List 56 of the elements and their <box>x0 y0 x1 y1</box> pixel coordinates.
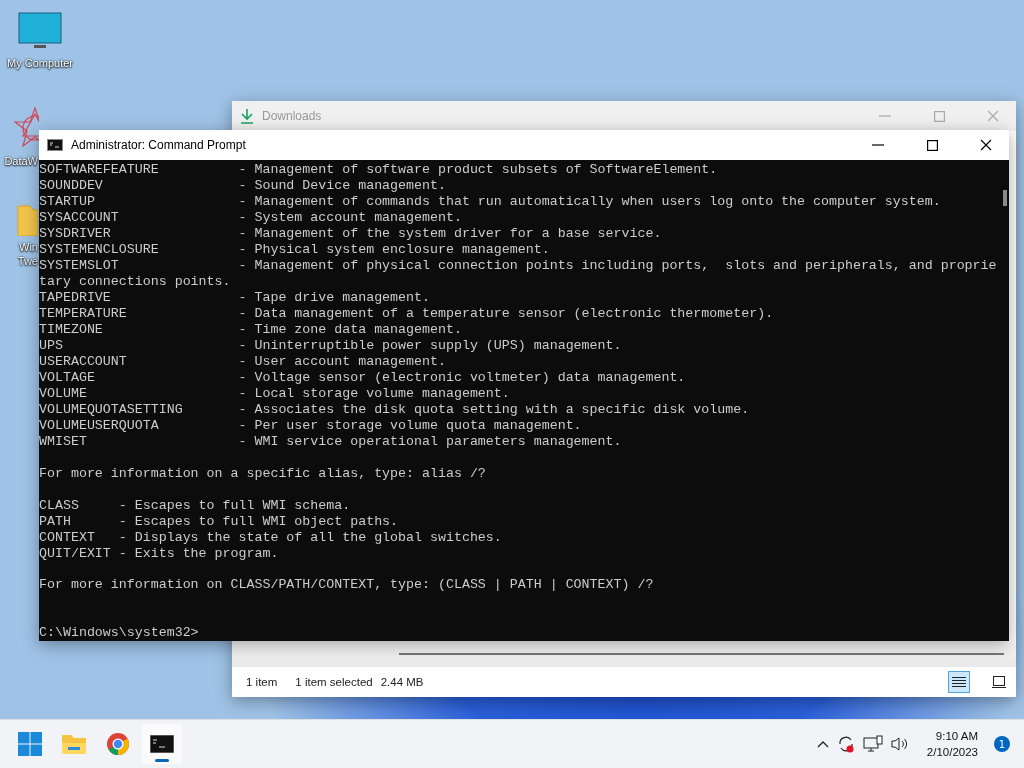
console-line: SYSTEMSLOT - Management of physical connection points including ports, slots and peripherals, and proprie <box>39 258 998 274</box>
console-line: TEMPERATURE - Data management of a temperature sensor (electronic thermometer). <box>39 306 775 322</box>
close-icon <box>987 110 999 122</box>
status-text: 1 item selected <box>295 676 373 688</box>
minimize-icon <box>872 144 884 146</box>
status-text: 2.44 MB <box>380 676 424 688</box>
console-line: VOLTAGE - Voltage sensor (electronic voltmeter) data management. <box>39 370 687 386</box>
console-line: For more information on CLASS/PATH/CONTEXT, type: (CLASS | PATH | CONTEXT) /? <box>39 577 655 594</box>
star-icon <box>13 106 39 150</box>
console-line: STARTUP - Management of commands that run automatically when users log onto the computer system. <box>39 194 942 210</box>
maximize-icon <box>926 139 938 151</box>
console-line: SYSDRIVER - Management of the system driver for a base service. <box>39 226 663 242</box>
folder-icon <box>61 733 87 755</box>
console-line: SYSACCOUNT - System account management. <box>39 210 463 226</box>
windows-logo-icon <box>18 732 42 756</box>
speaker-icon[interactable] <box>890 736 909 752</box>
chevron-up-icon[interactable] <box>816 740 829 748</box>
network-icon[interactable] <box>862 735 883 753</box>
command-prompt-icon <box>150 735 174 753</box>
minimize-icon <box>879 115 891 117</box>
console-line: VOLUMEQUOTASETTING - Associates the disk quota setting with a specific disk volume. <box>39 402 751 418</box>
close-icon <box>980 139 992 151</box>
console-line: WMISET - WMI service operational parameters management. <box>39 434 623 450</box>
chrome-logo-icon <box>106 732 130 756</box>
horizontal-scrollbar[interactable] <box>232 641 1016 667</box>
console-line: USERACCOUNT - User account management. <box>39 354 447 370</box>
sync-icon[interactable] <box>836 735 855 753</box>
console-line: SOFTWAREFEATURE - Management of software product subsets of SoftwareElement. <box>39 162 719 178</box>
command-prompt-icon <box>47 139 63 151</box>
clock-time[interactable]: 9:10 AM <box>935 728 978 744</box>
status-text: 1 item <box>246 676 278 688</box>
console-line: tary connections points. <box>39 274 232 290</box>
console-line: VOLUMEUSERQUOTA - Per user storage volume quota management. <box>39 418 583 434</box>
clock-date[interactable]: 2/10/2023 <box>926 744 978 760</box>
console-line: SOUNDDEV - Sound Device management. <box>39 178 447 194</box>
window-title: Downloads <box>262 109 323 123</box>
console-line: PATH - Escapes to full WMI object paths. <box>39 513 400 530</box>
console-line: TAPEDRIVE - Tape drive management. <box>39 290 431 306</box>
console-line: For more information on a specific alias, type: alias /? <box>39 465 487 482</box>
maximize-icon <box>933 110 945 122</box>
console-line: SYSTEMENCLOSURE - Physical system enclosure management. <box>39 242 551 258</box>
details-view-icon <box>952 676 966 688</box>
notification-badge[interactable]: 1 <box>994 736 1010 752</box>
taskbar-app-button[interactable] <box>142 724 182 764</box>
console-line: VOLUME - Local storage volume management. <box>39 386 511 402</box>
view-button[interactable] <box>948 671 970 693</box>
preview-view-icon <box>992 676 1006 688</box>
console-line: CONTEXT - Displays the state of all the global switches. <box>39 529 503 546</box>
window-title: Administrator: Command Prompt <box>71 138 247 152</box>
console-line: TIMEZONE - Time zone data management. <box>39 322 463 338</box>
scrollbar-thumb[interactable] <box>1003 190 1007 206</box>
download-icon <box>240 108 254 124</box>
console-line: C:\Windows\system32> <box>39 625 200 641</box>
console-line: UPS - Uninterruptible power supply (UPS) management. <box>39 338 623 354</box>
console-line: CLASS - Escapes to full WMI schema. <box>39 497 352 514</box>
console-line: QUIT/EXIT - Exits the program. <box>39 545 280 562</box>
